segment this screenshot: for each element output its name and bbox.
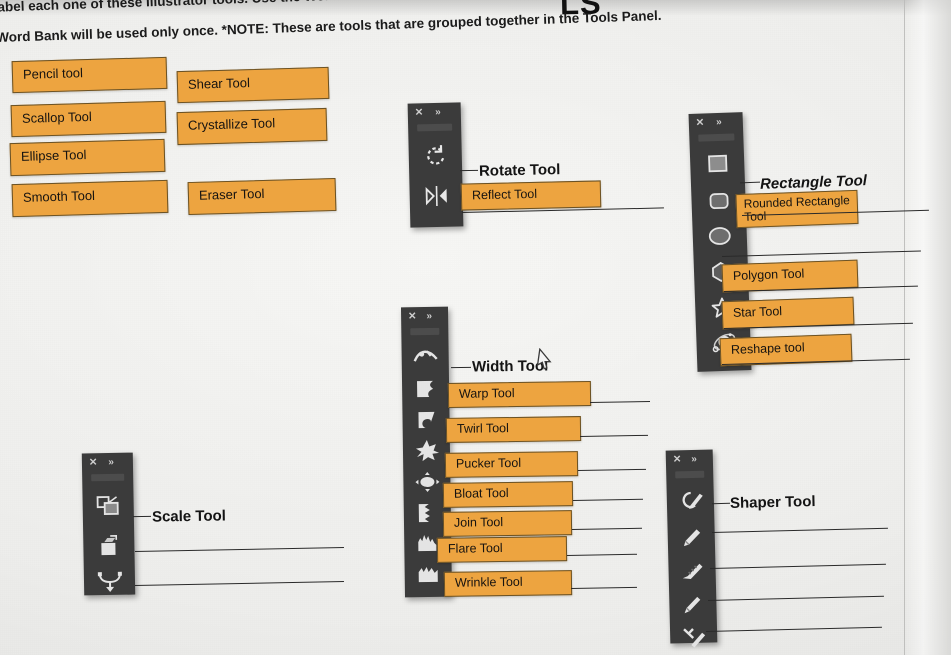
shaper-icon[interactable]	[677, 481, 704, 522]
rotate-icon[interactable]	[422, 134, 449, 177]
close-icon[interactable]: ✕	[415, 107, 424, 118]
close-icon[interactable]: ✕	[89, 457, 98, 468]
ellipse-icon[interactable]	[707, 218, 732, 255]
shapes-panel-titlebar[interactable]: ✕ »	[689, 112, 744, 133]
shaper-panel-titlebar[interactable]: ✕ »	[666, 449, 713, 469]
expand-icon[interactable]: »	[691, 454, 697, 465]
warp-icon[interactable]	[413, 373, 437, 404]
panel-drag-grip[interactable]	[410, 327, 440, 336]
path-eraser-icon[interactable]	[680, 587, 705, 621]
pencil-icon[interactable]	[679, 521, 704, 555]
word-bank-chip-crystallize-tool[interactable]: Crystallize Tool	[176, 107, 328, 146]
answer-chip-pucker-tool[interactable]: Pucker Tool	[444, 451, 579, 478]
word-bank-chip-smooth-tool[interactable]: Smooth Tool	[11, 179, 169, 218]
answer-chip-join-tool[interactable]: Join Tool	[442, 510, 573, 537]
twirl-icon[interactable]	[414, 404, 438, 435]
expand-icon[interactable]: »	[716, 117, 722, 128]
word-bank-chip-scallop-tool[interactable]: Scallop Tool	[10, 100, 167, 138]
word-bank-chip-shear-tool[interactable]: Shear Tool	[176, 66, 330, 104]
expand-icon[interactable]: »	[108, 457, 114, 468]
rectangle-icon[interactable]	[706, 144, 729, 183]
answer-label-scale-tool: Scale Tool	[151, 507, 227, 526]
scale-panel-titlebar[interactable]: ✕ »	[82, 453, 133, 473]
close-icon[interactable]: ✕	[673, 454, 682, 465]
answer-chip-warp-tool[interactable]: Warp Tool	[447, 381, 592, 408]
wrinkle-icon[interactable]	[415, 559, 441, 589]
answer-label-shaper-tool: Shaper Tool	[729, 493, 816, 512]
answer-chip-bloat-tool[interactable]: Bloat Tool	[442, 481, 574, 508]
scale-icon[interactable]	[95, 484, 122, 528]
width-icon[interactable]	[412, 338, 438, 373]
expand-icon[interactable]: »	[426, 311, 432, 322]
word-bank-chip-pencil-tool[interactable]: Pencil tool	[11, 56, 168, 94]
answer-chip-twirl-tool[interactable]: Twirl Tool	[445, 416, 582, 443]
width-panel-titlebar[interactable]: ✕ »	[401, 307, 448, 327]
join-icon[interactable]	[680, 620, 707, 655]
scallop-icon[interactable]	[415, 497, 439, 528]
shear-icon[interactable]	[97, 528, 122, 564]
shaper-panel[interactable]: ✕ »	[665, 449, 718, 648]
answer-chip-rounded-rectangle-tool[interactable]: Rounded Rectangle Tool	[735, 189, 859, 229]
answer-label-rotate-tool: Rotate Tool	[478, 161, 561, 180]
smooth-icon[interactable]	[679, 554, 706, 588]
pucker-icon[interactable]	[414, 435, 439, 466]
word-bank-chip-eraser-tool[interactable]: Eraser Tool	[187, 177, 337, 216]
word-bank-chip-ellipse-tool[interactable]: Ellipse Tool	[9, 138, 166, 177]
panel-drag-grip[interactable]	[417, 123, 453, 132]
rotate-panel-titlebar[interactable]: ✕ »	[408, 102, 461, 122]
answer-chip-reflect-tool[interactable]: Reflect Tool	[460, 180, 602, 211]
reflect-icon[interactable]	[422, 176, 451, 217]
answer-chip-wrinkle-tool[interactable]: Wrinkle Tool	[443, 570, 573, 597]
panel-drag-grip[interactable]	[91, 473, 125, 482]
scale-panel[interactable]: ✕ »	[81, 452, 136, 596]
answer-chip-flare-tool[interactable]: Flare Tool	[436, 536, 568, 563]
bloat-icon[interactable]	[414, 466, 440, 497]
rounded-rectangle-icon[interactable]	[707, 182, 730, 219]
expand-icon[interactable]: »	[435, 107, 441, 118]
panel-drag-grip[interactable]	[698, 133, 735, 142]
close-icon[interactable]: ✕	[408, 311, 417, 322]
reshape-icon[interactable]	[96, 564, 123, 600]
close-icon[interactable]: ✕	[696, 117, 705, 128]
rotate-panel[interactable]: ✕ »	[407, 102, 464, 228]
rotate-panel-icon-list	[408, 133, 463, 216]
panel-drag-grip[interactable]	[675, 470, 705, 479]
scale-panel-icon-list	[82, 484, 135, 601]
shapes-panel[interactable]: ✕ »	[688, 112, 752, 372]
